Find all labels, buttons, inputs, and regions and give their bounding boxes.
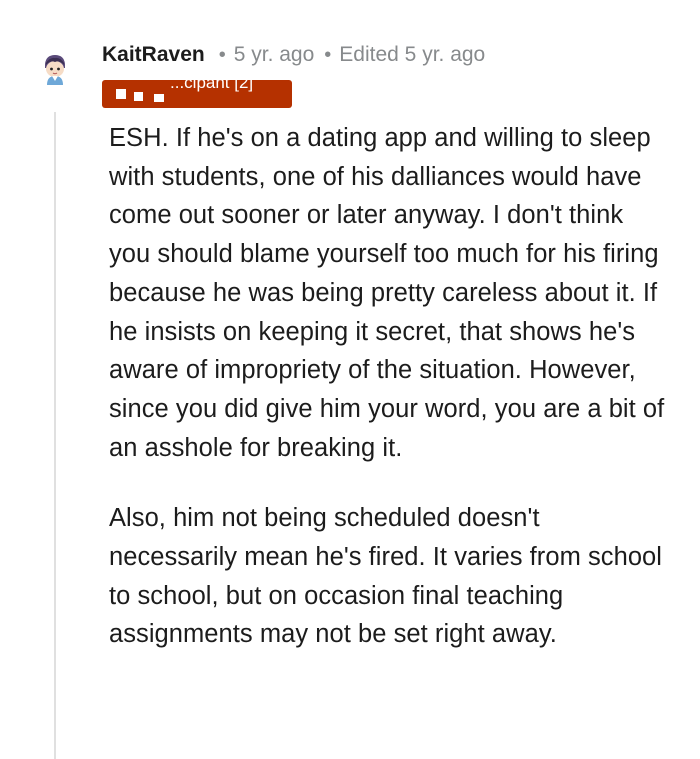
separator-dot: • xyxy=(324,43,332,66)
comment-paragraph: ESH. If he's on a dating app and willing… xyxy=(109,124,665,462)
edited-timestamp: Edited 5 yr. ago xyxy=(339,43,486,66)
comment-card: KaitRaven • 5 yr. ago • Edited 5 yr. ago… xyxy=(0,0,700,759)
user-flair-badge: ...cipant [2] xyxy=(102,80,292,108)
timestamp[interactable]: 5 yr. ago xyxy=(234,43,315,67)
separator-dot: • xyxy=(218,43,226,66)
comment-paragraph: Also, him not being scheduled doesn't ne… xyxy=(109,504,663,649)
thread-line[interactable] xyxy=(54,112,56,759)
comment-header: KaitRaven • 5 yr. ago • Edited 5 yr. ago xyxy=(102,40,485,70)
comment-body: ESH. If he's on a dating app and willing… xyxy=(109,119,669,654)
user-flair-text: ...cipant [2] xyxy=(170,80,254,92)
user-avatar-icon[interactable] xyxy=(38,52,72,86)
username-link[interactable]: KaitRaven xyxy=(102,43,205,67)
